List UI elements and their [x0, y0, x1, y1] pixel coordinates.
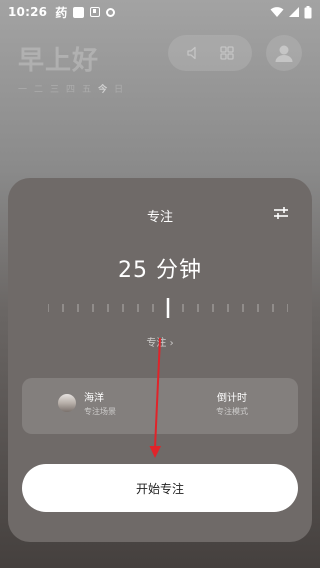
start-focus-button[interactable]: 开始专注 — [22, 464, 298, 512]
battery-icon — [304, 5, 312, 18]
weekday-label[interactable]: 五 — [82, 82, 91, 95]
focus-card: 专注 25 分钟 专注 › 海洋 专注场景 倒计时 专注模式 开始专注 — [8, 178, 312, 542]
scene-thumbnail — [58, 394, 76, 412]
weekday-label[interactable]: 四 — [66, 82, 75, 95]
timer-mode-name: 倒计时 — [217, 393, 247, 404]
weekday-label-today[interactable]: 今 — [98, 82, 107, 95]
status-time: 10:26 — [8, 5, 48, 19]
duration-ruler[interactable] — [48, 296, 288, 320]
grid-icon[interactable] — [219, 45, 235, 61]
status-left-icons: 药 — [55, 4, 116, 21]
scene-name: 海洋 — [84, 393, 104, 404]
scene-caption: 专注场景 — [84, 407, 116, 416]
status-bar: 10:26 药 — [0, 0, 320, 24]
wifi-icon — [270, 7, 284, 17]
timer-mode-caption: 专注模式 — [216, 407, 248, 416]
weekday-label[interactable]: 日 — [114, 82, 123, 95]
user-icon — [275, 45, 293, 62]
options-panel: 海洋 专注场景 倒计时 专注模式 — [22, 378, 298, 434]
app-notification-glyph: 药 — [55, 5, 68, 20]
circle-icon — [106, 7, 116, 17]
speaker-icon[interactable] — [185, 45, 201, 61]
mode-link[interactable]: 专注 › — [8, 334, 312, 349]
status-right-icons — [270, 5, 312, 19]
timer-mode-option[interactable]: 倒计时 专注模式 — [212, 389, 252, 417]
top-actions-pill — [168, 35, 252, 71]
signal-icon — [289, 7, 299, 17]
avatar[interactable] — [266, 35, 302, 71]
weekday-label[interactable]: 二 — [34, 82, 43, 95]
card-title: 专注 — [146, 210, 173, 225]
weekday-label[interactable]: 一 — [18, 82, 27, 95]
weekday-strip: 一 二 三 四 五 今 日 — [18, 82, 123, 95]
scene-option[interactable]: 海洋 专注场景 — [58, 389, 116, 417]
weekday-label[interactable]: 三 — [50, 82, 59, 95]
a-box-icon — [90, 7, 101, 17]
sliders-icon[interactable] — [272, 204, 290, 222]
greeting-title: 早上好 — [18, 46, 100, 76]
duration-display: 25 分钟 — [118, 258, 202, 283]
square-icon — [73, 6, 85, 18]
